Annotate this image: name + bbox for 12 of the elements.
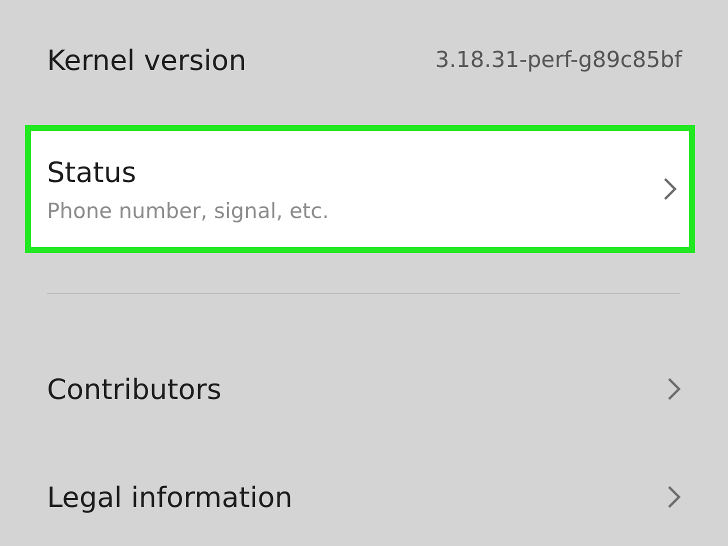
setting-subtitle: Phone number, signal, etc. (47, 198, 329, 222)
setting-item[interactable]: Contributors (0, 335, 728, 443)
setting-value: 3.18.31-perf-g89c85bf (435, 48, 682, 72)
highlighted-setting-item[interactable]: Status Phone number, signal, etc. (25, 125, 695, 253)
chevron-right-icon (667, 377, 681, 401)
chevron-right-icon (667, 485, 681, 509)
setting-item[interactable]: Legal information (0, 443, 728, 546)
chevron-right-icon (663, 177, 677, 201)
setting-title: Status (47, 156, 138, 188)
setting-title: Contributors (47, 372, 222, 406)
setting-title: Legal information (47, 480, 293, 514)
setting-title: Kernel version (47, 44, 246, 76)
